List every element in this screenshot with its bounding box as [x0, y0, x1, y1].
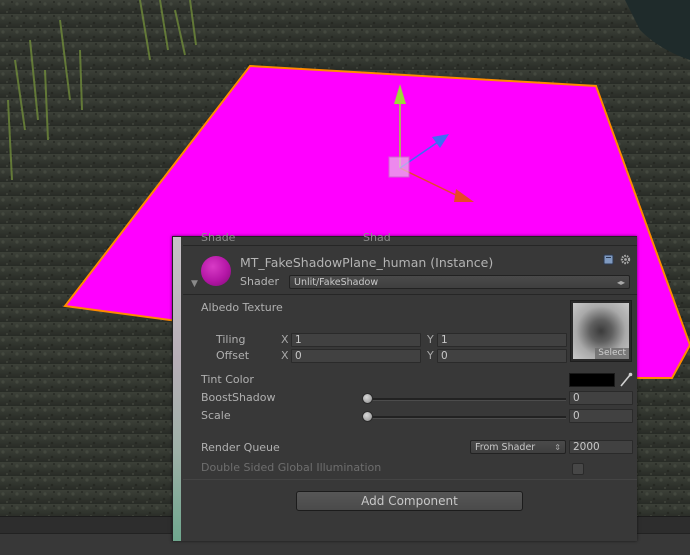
offset-x-field[interactable]: 0: [291, 349, 421, 363]
shader-value: Unlit/FakeShadow: [294, 277, 379, 288]
scale-label: Scale: [201, 409, 231, 422]
offset-y-field[interactable]: 0: [437, 349, 567, 363]
shader-dropdown[interactable]: Unlit/FakeShadow ◂▸: [289, 275, 630, 289]
tiling-y-axis: Y: [427, 333, 434, 346]
center-handle[interactable]: [388, 156, 410, 178]
render-queue-label: Render Queue: [201, 441, 280, 454]
tiling-y-field[interactable]: 1: [437, 333, 567, 347]
cutoff-value: Shad: [363, 231, 391, 244]
boost-shadow-slider-handle[interactable]: [362, 393, 373, 404]
boost-shadow-field[interactable]: 0: [569, 391, 633, 405]
render-queue-mode: From Shader: [475, 442, 536, 453]
material-preview-icon: [201, 256, 231, 286]
book-help-icon[interactable]: [603, 254, 614, 265]
texture-select-button[interactable]: Select: [595, 348, 629, 359]
divider: [183, 294, 637, 295]
scale-slider-handle[interactable]: [362, 411, 373, 422]
offset-x-axis: X: [281, 349, 289, 362]
gear-icon[interactable]: [620, 254, 631, 265]
boost-shadow-label: BoostShadow: [201, 391, 276, 404]
shader-label: Shader: [240, 275, 279, 288]
tiling-label: Tiling: [216, 333, 246, 346]
add-component-button[interactable]: Add Component: [296, 491, 523, 511]
scale-slider-track[interactable]: [366, 416, 566, 419]
tint-color-field[interactable]: [569, 373, 615, 387]
material-title: MT_FakeShadowPlane_human (Instance): [240, 255, 494, 270]
render-queue-field[interactable]: 2000: [569, 440, 633, 454]
divider: [183, 479, 637, 480]
offset-y-axis: Y: [427, 349, 434, 362]
cutoff-label: Shade: [201, 231, 236, 244]
render-queue-dropdown[interactable]: From Shader ⇕: [470, 440, 566, 454]
double-sided-gi-checkbox[interactable]: [572, 463, 584, 475]
tiling-x-field[interactable]: 1: [291, 333, 421, 347]
albedo-texture-slot[interactable]: Select: [570, 300, 632, 362]
tiling-x-axis: X: [281, 333, 289, 346]
foldout-arrow-icon[interactable]: ▼: [191, 279, 198, 289]
tint-color-label: Tint Color: [201, 373, 254, 386]
inspector-panel: Shade Shad ▼ MT_FakeShadowPlane_human (I…: [172, 231, 637, 541]
panel-edge-strip: [173, 237, 181, 541]
boost-shadow-slider-track[interactable]: [366, 398, 566, 401]
eyedropper-icon[interactable]: [619, 372, 633, 388]
scale-field[interactable]: 0: [569, 409, 633, 423]
offset-label: Offset: [216, 349, 250, 362]
double-sided-gi-label: Double Sided Global Illumination: [201, 461, 382, 474]
chevron-down-icon: ◂▸: [616, 278, 625, 287]
albedo-texture-label: Albedo Texture: [201, 301, 283, 314]
chevron-updown-icon: ⇕: [554, 443, 561, 452]
divider: [183, 245, 637, 246]
